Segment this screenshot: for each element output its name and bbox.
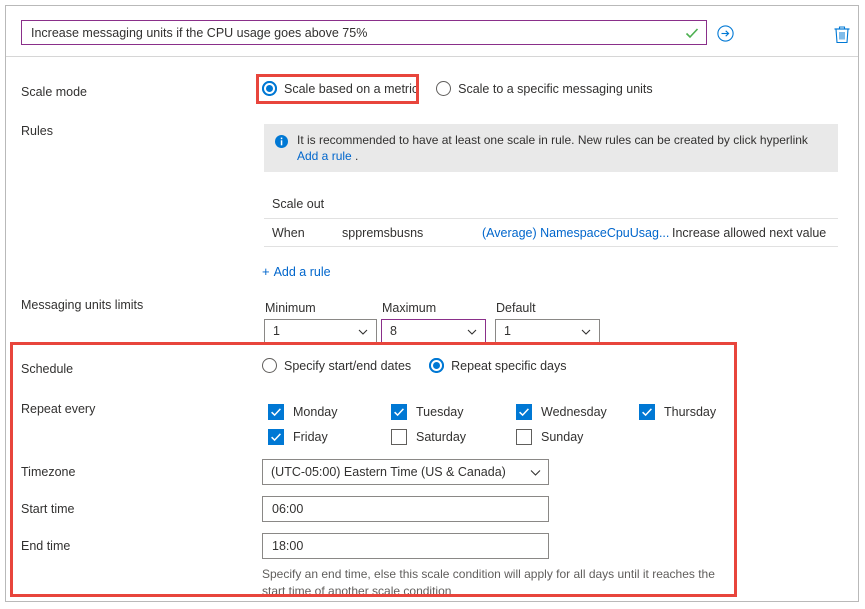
- checkbox-thursday[interactable]: Thursday: [639, 404, 716, 420]
- minimum-label: Minimum: [265, 301, 316, 315]
- radio-indicator-on: [262, 81, 277, 96]
- checkbox-indicator-checked: [516, 404, 532, 420]
- radio-scale-specific-units[interactable]: Scale to a specific messaging units: [436, 81, 653, 96]
- default-value: 1: [504, 324, 511, 338]
- checkbox-label: Sunday: [541, 430, 584, 444]
- scale-condition-panel: Increase messaging units if the CPU usag…: [5, 5, 859, 602]
- radio-indicator-off: [436, 81, 452, 96]
- scale-out-table: Scale out When sppremsbusns (Average) Na…: [264, 194, 838, 247]
- cell-when: When: [272, 225, 305, 240]
- checkbox-wednesday[interactable]: Wednesday: [516, 404, 607, 420]
- radio-label: Scale based on a metric: [284, 81, 419, 96]
- add-rule-button[interactable]: + Add a rule: [262, 264, 331, 279]
- checkbox-label: Saturday: [416, 430, 467, 444]
- add-rule-label: Add a rule: [273, 265, 331, 279]
- default-select[interactable]: 1: [495, 319, 600, 343]
- checkbox-indicator-checked: [391, 404, 407, 420]
- maximum-select[interactable]: 8: [381, 319, 486, 343]
- schedule-label: Schedule: [21, 362, 74, 376]
- radio-indicator-off: [262, 358, 277, 373]
- checkbox-indicator-checked: [268, 404, 284, 420]
- timezone-select[interactable]: (UTC-05:00) Eastern Time (US & Canada): [262, 459, 549, 485]
- radio-specify-start-end-dates[interactable]: Specify start/end dates: [262, 358, 411, 373]
- end-time-value: 18:00: [272, 539, 304, 553]
- radio-scale-based-on-metric[interactable]: Scale based on a metric: [262, 81, 418, 96]
- cell-action: Increase allowed next value: [672, 225, 827, 240]
- rules-info-banner: It is recommended to have at least one s…: [264, 124, 838, 172]
- info-text-part2: .: [351, 149, 359, 163]
- checkbox-label: Thursday: [664, 405, 717, 419]
- radio-label: Scale to a specific messaging units: [458, 81, 653, 96]
- checkbox-saturday[interactable]: Saturday: [391, 429, 466, 445]
- end-time-helper-text: Specify an end time, else this scale con…: [262, 567, 715, 598]
- schedule-radio-group[interactable]: Specify start/end dates Repeat specific …: [262, 358, 585, 373]
- checkbox-monday[interactable]: Monday: [268, 404, 337, 420]
- start-time-input[interactable]: 06:00: [262, 496, 549, 522]
- checkbox-indicator-unchecked: [391, 429, 407, 445]
- timezone-label: Timezone: [21, 465, 76, 479]
- radio-indicator-on: [429, 358, 445, 373]
- scale-mode-label: Scale mode: [21, 85, 88, 99]
- minimum-value: 1: [273, 324, 280, 338]
- minimum-select[interactable]: 1: [264, 319, 377, 343]
- autoscale-condition-screen: Increase messaging units if the CPU usag…: [0, 0, 865, 609]
- checkbox-indicator-checked: [639, 404, 655, 420]
- timezone-value: (UTC-05:00) Eastern Time (US & Canada): [271, 465, 506, 479]
- condition-name-value: Increase messaging units if the CPU usag…: [31, 25, 368, 40]
- checkbox-indicator-checked: [268, 429, 284, 445]
- radio-label: Repeat specific days: [451, 358, 567, 373]
- maximum-value: 8: [390, 324, 397, 338]
- rules-label: Rules: [21, 124, 53, 138]
- chevron-down-icon: [530, 467, 541, 477]
- condition-header-row: Increase messaging units if the CPU usag…: [6, 6, 858, 57]
- checkbox-tuesday[interactable]: Tuesday: [391, 404, 463, 420]
- messaging-units-limits-label: Messaging units limits: [21, 298, 144, 312]
- checkbox-indicator-unchecked: [516, 429, 532, 445]
- radio-label: Specify start/end dates: [284, 358, 412, 373]
- table-row[interactable]: When sppremsbusns (Average) NamespaceCpu…: [264, 219, 838, 247]
- checkmark-icon: [681, 22, 703, 44]
- checkbox-sunday[interactable]: Sunday: [516, 429, 583, 445]
- chevron-down-icon: [467, 326, 477, 336]
- trash-icon[interactable]: [833, 24, 851, 44]
- checkbox-label: Friday: [293, 430, 328, 444]
- chevron-down-icon: [358, 326, 368, 336]
- cell-metric[interactable]: (Average) NamespaceCpuUsag...: [482, 226, 672, 240]
- scale-out-section-title: Scale out: [264, 194, 838, 219]
- scale-mode-radio-group[interactable]: Scale based on a metric Scale to a speci…: [262, 81, 671, 96]
- condition-name-input[interactable]: Increase messaging units if the CPU usag…: [21, 20, 707, 45]
- end-time-input[interactable]: 18:00: [262, 533, 549, 559]
- end-time-label: End time: [21, 539, 71, 553]
- checkbox-label: Monday: [293, 405, 338, 419]
- chevron-down-icon: [581, 326, 591, 336]
- plus-icon: +: [262, 264, 270, 279]
- arrow-circle-right-icon[interactable]: [717, 25, 734, 42]
- radio-repeat-specific-days[interactable]: Repeat specific days: [429, 358, 567, 373]
- info-icon: [275, 135, 288, 148]
- add-a-rule-link[interactable]: Add a rule: [297, 149, 352, 163]
- info-text-part1: It is recommended to have at least one s…: [297, 133, 808, 147]
- cell-resource: sppremsbusns: [342, 225, 424, 240]
- start-time-label: Start time: [21, 502, 75, 516]
- rules-info-text: It is recommended to have at least one s…: [297, 132, 828, 164]
- maximum-label: Maximum: [382, 301, 437, 315]
- checkbox-friday[interactable]: Friday: [268, 429, 328, 445]
- repeat-every-label: Repeat every: [21, 402, 96, 416]
- checkbox-label: Tuesday: [416, 405, 464, 419]
- default-label: Default: [496, 301, 536, 315]
- checkbox-label: Wednesday: [541, 405, 607, 419]
- start-time-value: 06:00: [272, 502, 304, 516]
